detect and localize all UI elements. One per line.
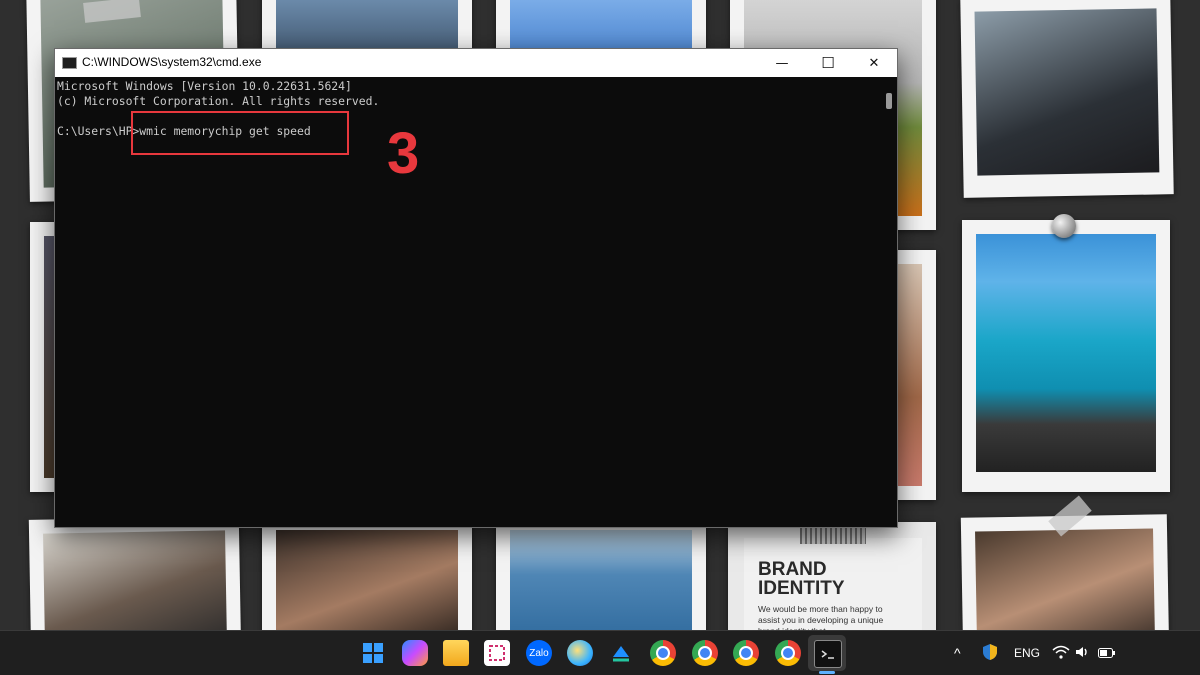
language-indicator[interactable]: ENG bbox=[1014, 646, 1040, 660]
poster-body: We would be more than happy to assist yo… bbox=[758, 604, 884, 630]
cmd-app-icon bbox=[62, 57, 77, 69]
console-line: Microsoft Windows [Version 10.0.22631.56… bbox=[57, 79, 352, 93]
chrome-icon[interactable] bbox=[650, 640, 676, 666]
scrollbar-thumb[interactable] bbox=[886, 93, 892, 109]
app-icon[interactable] bbox=[608, 640, 634, 666]
terminal-icon[interactable] bbox=[814, 640, 842, 668]
photo-frame bbox=[28, 516, 242, 630]
paint-icon[interactable] bbox=[567, 640, 593, 666]
pushpin bbox=[1052, 214, 1076, 238]
photo-frame bbox=[496, 516, 706, 630]
poster-title-line1: BRAND bbox=[758, 559, 827, 580]
maximize-button[interactable]: ☐ bbox=[805, 49, 851, 77]
security-shield-icon[interactable] bbox=[982, 643, 998, 664]
taskbar: Zalo ^ ENG bbox=[0, 630, 1200, 675]
photo-frame bbox=[262, 516, 472, 630]
window-titlebar[interactable]: C:\WINDOWS\system32\cmd.exe — ☐ ✕ bbox=[55, 49, 897, 77]
battery-icon[interactable] bbox=[1098, 647, 1116, 661]
copilot-icon[interactable] bbox=[402, 640, 428, 666]
windows-start-icon[interactable] bbox=[360, 640, 386, 666]
vertical-scrollbar[interactable] bbox=[881, 77, 897, 527]
snipping-tool-icon[interactable] bbox=[484, 640, 510, 666]
active-app-indicator bbox=[819, 671, 835, 674]
poster-title: BRAND IDENTITY bbox=[758, 560, 845, 598]
chrome-profile-icon[interactable] bbox=[692, 640, 718, 666]
photo-frame bbox=[960, 0, 1174, 198]
cmd-window[interactable]: C:\WINDOWS\system32\cmd.exe — ☐ ✕ Micros… bbox=[54, 48, 898, 528]
photo-frame bbox=[962, 220, 1170, 492]
volume-icon[interactable] bbox=[1075, 645, 1091, 662]
minimize-button[interactable]: — bbox=[759, 49, 805, 77]
poster-title-line2: IDENTITY bbox=[758, 578, 845, 599]
zalo-icon[interactable]: Zalo bbox=[526, 640, 552, 666]
wifi-icon[interactable] bbox=[1052, 645, 1070, 662]
console-line: (c) Microsoft Corporation. All rights re… bbox=[57, 94, 380, 108]
command-highlight-box bbox=[131, 111, 349, 155]
file-explorer-icon[interactable] bbox=[443, 640, 469, 666]
step-number-annotation: 3 bbox=[387, 121, 420, 186]
close-button[interactable]: ✕ bbox=[851, 49, 897, 77]
window-title: C:\WINDOWS\system32\cmd.exe bbox=[82, 55, 262, 69]
chrome-profile-icon[interactable] bbox=[775, 640, 801, 666]
chrome-profile-icon[interactable] bbox=[733, 640, 759, 666]
show-hidden-icons-chevron[interactable]: ^ bbox=[954, 645, 961, 661]
